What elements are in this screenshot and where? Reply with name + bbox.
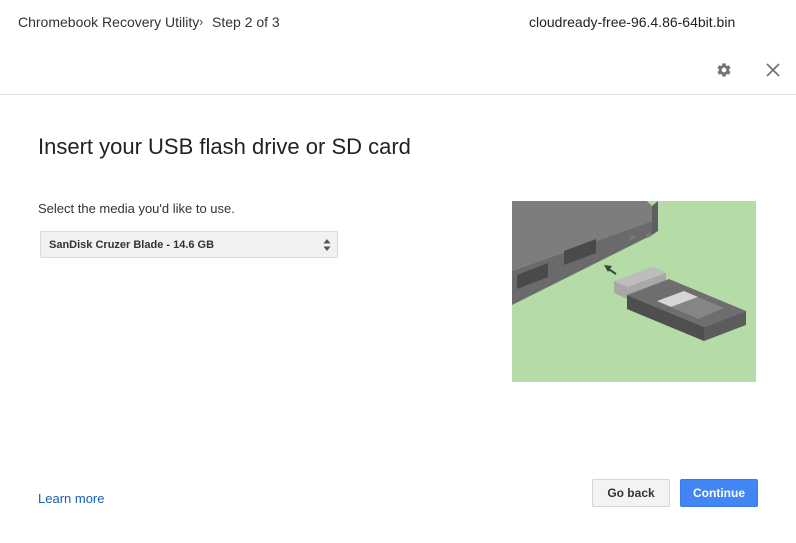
close-icon [766,63,780,77]
page-title: Insert your USB flash drive or SD card [38,134,411,159]
breadcrumb-app-name: Chromebook Recovery Utility [18,14,200,30]
close-button[interactable] [762,59,784,81]
insert-arrow-icon [604,265,617,275]
media-prompt: Select the media you'd like to use. [38,201,235,216]
breadcrumb-step: Step 2 of 3 [212,14,280,30]
gear-icon [717,63,731,77]
header-bar: Chromebook Recovery Utility › Step 2 of … [0,0,796,95]
settings-button[interactable] [713,59,735,81]
image-filename: cloudready-free-96.4.86-64bit.bin [529,14,736,30]
media-select-value: SanDisk Cruzer Blade - 14.6 GB [49,239,215,251]
continue-button[interactable]: Continue [680,479,758,507]
learn-more-link[interactable]: Learn more [38,491,104,506]
media-select[interactable]: SanDisk Cruzer Blade - 14.6 GB [40,231,338,258]
usb-illustration-graphic [512,201,746,341]
breadcrumb-separator: › [199,14,204,29]
go-back-button[interactable]: Go back [592,479,670,507]
usb-insert-illustration [512,201,756,382]
select-arrows-icon [323,239,331,251]
